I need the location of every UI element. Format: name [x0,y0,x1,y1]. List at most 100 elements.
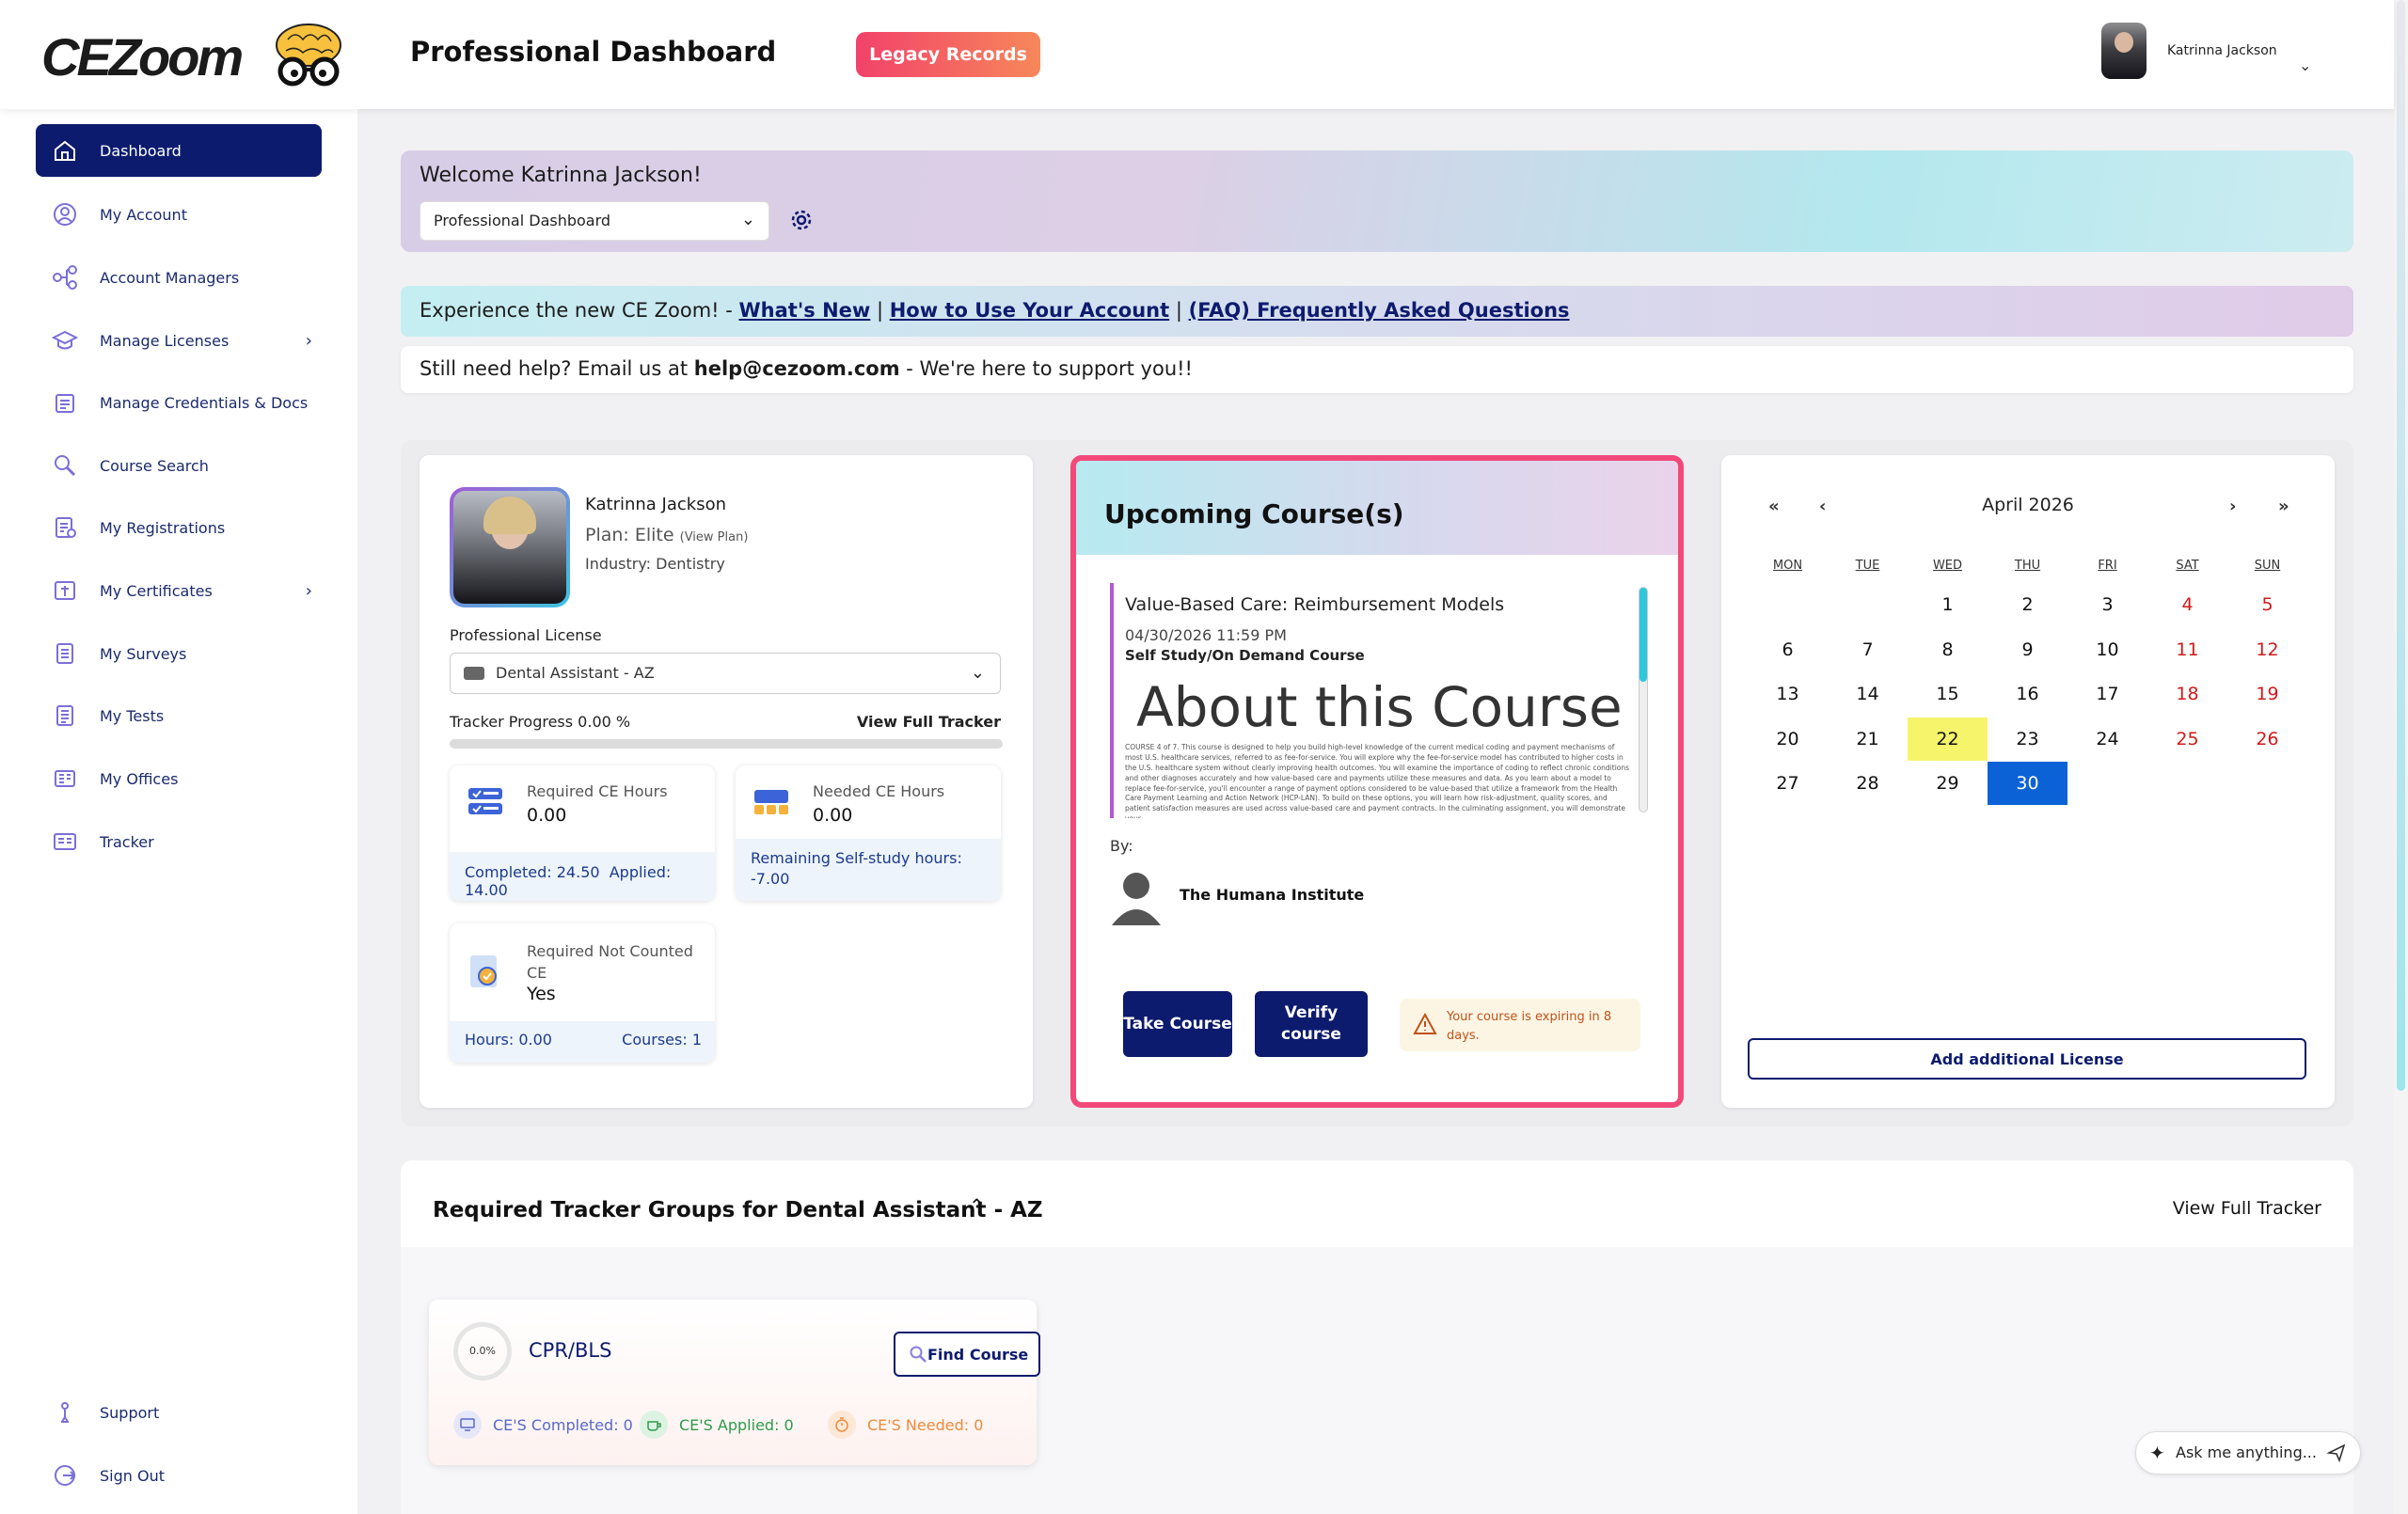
sidebar-item-dashboard[interactable]: Dashboard [36,124,322,177]
sidebar-item-label: My Offices [100,769,179,788]
calendar-day[interactable]: 27 [1748,762,1828,805]
sidebar-item-my-tests[interactable]: My Tests [36,689,322,742]
calendar-day[interactable]: 28 [1828,762,1908,805]
user-menu[interactable]: Katrinna Jackson [2101,23,2277,79]
legacy-records-button[interactable]: Legacy Records [856,32,1040,77]
profile-card: Katrinna Jackson Plan: Elite (View Plan)… [420,455,1033,1108]
network-icon [51,263,79,292]
sidebar-item-manage-licenses[interactable]: Manage Licenses › [36,314,322,367]
how-to-use-link[interactable]: How to Use Your Account [890,299,1169,322]
sidebar-item-my-offices[interactable]: My Offices [36,752,322,805]
next-year-button[interactable]: » [2278,497,2289,516]
sidebar-item-course-search[interactable]: Course Search [36,439,322,492]
chevron-right-icon[interactable]: › [306,581,312,601]
dashboard-select[interactable]: Professional Dashboard ⌄ [420,201,769,241]
home-icon [51,136,79,165]
sidebar-item-my-account[interactable]: My Account [36,188,322,241]
page-scroll-thumb[interactable] [2397,0,2405,1091]
next-month-button[interactable]: › [2229,497,2236,516]
announcement-banner: Experience the new CE Zoom! - What's New… [401,286,2353,337]
tracker-groups-list: 0.0% CPR/BLS Find Course CE'S Completed:… [401,1247,2353,1514]
checklist-icon [468,788,502,814]
calendar-day[interactable]: 23 [1988,718,2067,761]
sidebar-item-my-certificates[interactable]: My Certificates › [36,564,322,617]
search-icon [51,451,79,480]
chevron-up-icon[interactable]: ⌃ [969,1194,985,1217]
calendar-day[interactable]: 24 [2067,718,2147,761]
calendar-day[interactable]: 18 [2147,672,2227,716]
profile-name: Katrinna Jackson [585,495,727,514]
whats-new-link[interactable]: What's New [739,299,871,322]
calendar-day[interactable]: 15 [1908,672,1988,716]
page-scrollbar[interactable] [2394,0,2408,1514]
timer-icon [828,1411,856,1439]
sidebar-item-my-registrations[interactable]: My Registrations [36,501,322,554]
course-about-heading: About this Course [1136,675,1623,739]
chevron-right-icon[interactable]: › [306,331,312,351]
sidebar-item-account-managers[interactable]: Account Managers [36,251,322,304]
logo[interactable]: CEZoom [41,19,356,94]
calendar-day[interactable]: 22 [1908,717,1988,761]
banner-separator: | [870,299,890,322]
calendar-day[interactable]: 2 [1988,583,2067,626]
gear-icon[interactable] [788,207,815,233]
ces-completed: CE'S Completed: 0 [453,1411,633,1439]
help-email[interactable]: help@cezoom.com [694,357,900,380]
send-icon[interactable] [2326,1443,2347,1463]
calendar-weekday-mon: MON [1772,559,1803,573]
calendar-day[interactable]: 30 [1988,762,2067,805]
add-license-button[interactable]: Add additional License [1748,1038,2306,1080]
sidebar-item-sign-out[interactable]: Sign Out [36,1449,322,1502]
sidebar-item-manage-credentials[interactable]: Manage Credentials & Docs [36,376,322,429]
course-expiry-warning: Your course is expiring in 8 days. [1400,999,1640,1051]
calendar-day[interactable]: 21 [1828,718,1908,761]
calendar-day[interactable]: 14 [1828,672,1908,716]
take-course-button[interactable]: Take Course [1123,991,1232,1057]
calendar-day[interactable]: 9 [1988,628,2067,671]
calendar-day[interactable]: 26 [2227,718,2307,761]
calendar-day[interactable]: 12 [2227,628,2307,671]
calendar-day[interactable]: 11 [2147,628,2227,671]
calendar-day[interactable]: 17 [2067,672,2147,716]
calendar-day[interactable]: 6 [1748,628,1828,671]
view-full-tracker-link[interactable]: View Full Tracker [857,713,1001,731]
calendar-day[interactable]: 13 [1748,672,1828,716]
view-plan-link[interactable]: (View Plan) [680,530,749,544]
calendar-day[interactable]: 7 [1828,628,1908,671]
calendar-day[interactable]: 10 [2067,628,2147,671]
calendar-weekday-sun: SUN [2254,559,2281,573]
sidebar-item-support[interactable]: Support [36,1386,322,1439]
course-title[interactable]: Value-Based Care: Reimbursement Models [1125,594,1504,615]
course-details: Value-Based Care: Reimbursement Models 0… [1110,583,1650,818]
tracker-icon [51,828,79,856]
view-full-tracker-link[interactable]: View Full Tracker [2173,1198,2321,1219]
course-type: Self Study/On Demand Course [1125,647,1365,664]
needed-ce-value: 0.00 [813,805,853,826]
sidebar-item-tracker[interactable]: Tracker [36,815,322,868]
course-description: COURSE 4 of 7. This course is designed t… [1125,743,1630,818]
course-scrollbar[interactable] [1639,587,1648,812]
group-progress-ring: 0.0% [453,1322,512,1380]
verify-course-button[interactable]: Verify course [1255,991,1368,1057]
logo-text: CEZoom [41,26,244,87]
upcoming-course-title: Upcoming Course(s) [1104,498,1404,529]
calendar-day[interactable]: 25 [2147,718,2227,761]
calendar-day[interactable]: 5 [2227,583,2307,626]
ask-assistant-input[interactable]: ✦ Ask me anything... [2135,1431,2361,1475]
not-counted-card: Required Not Counted CE Yes Hours: 0.00 C… [450,923,715,1063]
license-select[interactable]: Dental Assistant - AZ ⌄ [450,653,1001,694]
calendar-day[interactable]: 1 [1908,583,1988,626]
calendar-day[interactable]: 19 [2227,672,2307,716]
calendar-day[interactable]: 4 [2147,583,2227,626]
calendar-day[interactable]: 29 [1908,762,1988,805]
calendar-day[interactable]: 20 [1748,718,1828,761]
sidebar-item-label: Support [100,1403,160,1422]
calendar-day[interactable]: 8 [1908,628,1988,671]
faq-link[interactable]: (FAQ) Frequently Asked Questions [1189,299,1570,322]
find-course-button[interactable]: Find Course [894,1332,1040,1377]
calendar-day[interactable]: 16 [1988,672,2067,716]
chevron-down-icon[interactable]: ⌄ [2299,56,2311,74]
calendar-day[interactable]: 3 [2067,583,2147,626]
sidebar-item-my-surveys[interactable]: My Surveys [36,627,322,680]
sidebar-item-label: My Tests [100,706,165,725]
